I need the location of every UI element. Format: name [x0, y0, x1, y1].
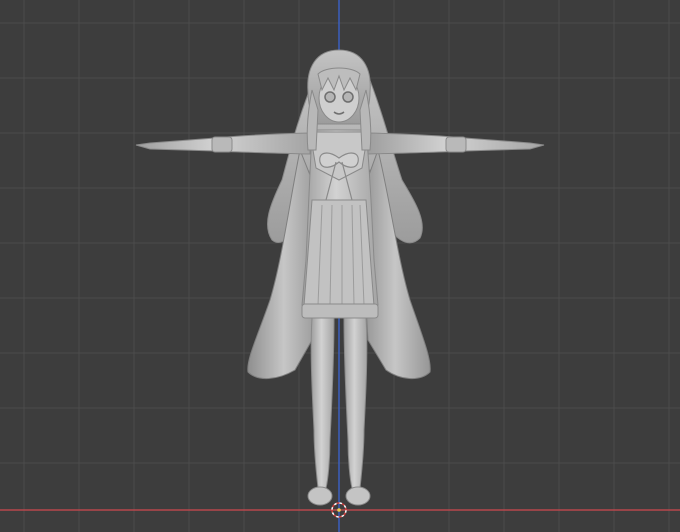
viewport-canvas[interactable] — [0, 0, 680, 532]
skirt-hem — [301, 303, 379, 319]
3d-viewport[interactable] — [0, 0, 680, 532]
right-sleeve-cuff — [445, 136, 467, 153]
left-sleeve-cuff — [211, 136, 233, 153]
left-foot — [307, 486, 333, 506]
left-eye — [324, 91, 336, 103]
right-eye — [342, 91, 354, 103]
right-foot — [345, 486, 371, 506]
